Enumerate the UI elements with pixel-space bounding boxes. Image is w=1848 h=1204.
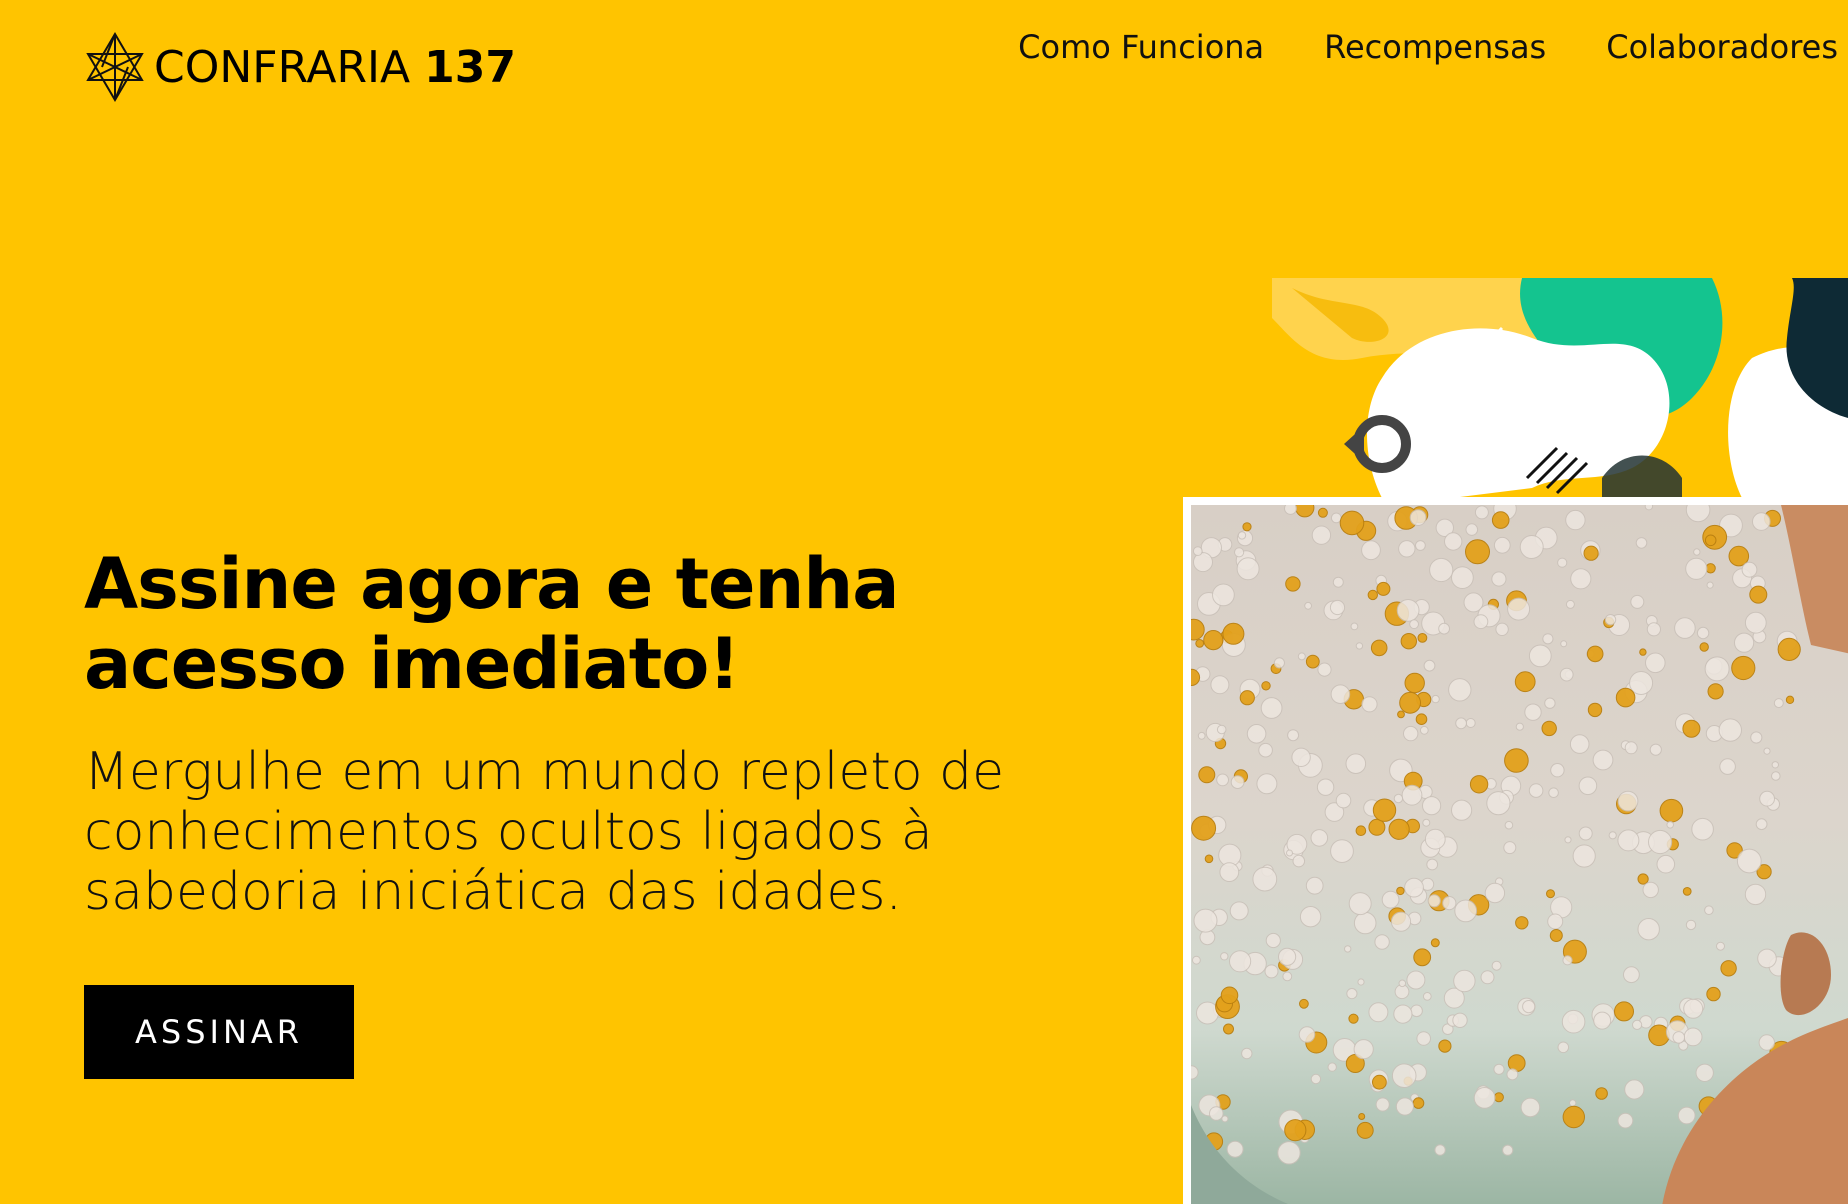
subtext-line-1: Mergulhe em um mundo repleto de xyxy=(84,742,1005,802)
hero-image-frame xyxy=(1183,497,1848,1204)
hero-headline: Assine agora e tenha acesso imediato! xyxy=(84,544,984,704)
subtext-line-2: conhecimentos ocultos ligados à xyxy=(84,802,933,862)
headline-line-2: acesso imediato! xyxy=(84,623,740,705)
brand-name-text: CONFRARIA xyxy=(154,41,411,93)
abstract-shapes-illustration xyxy=(1272,278,1848,498)
subtext-line-3: sabedoria iniciática das idades. xyxy=(84,862,903,922)
brand-name: CONFRARIA 137 xyxy=(154,42,516,93)
headline-line-1: Assine agora e tenha xyxy=(84,543,899,625)
nav-link-colaboradores[interactable]: Colaboradores xyxy=(1606,28,1838,66)
hero-photo xyxy=(1191,505,1848,1204)
brand-number: 137 xyxy=(424,41,516,93)
hero-subtext: Mergulhe em um mundo repleto de conhecim… xyxy=(84,742,1184,922)
star-tetrahedron-icon xyxy=(86,32,144,102)
main-nav: Como Funciona Recompensas Colaboradores xyxy=(1018,28,1838,66)
nav-link-recompensas[interactable]: Recompensas xyxy=(1324,28,1546,66)
brand-logo[interactable]: CONFRARIA 137 xyxy=(84,32,516,102)
subscribe-button[interactable]: ASSINAR xyxy=(84,985,354,1079)
nav-link-como-funciona[interactable]: Como Funciona xyxy=(1018,28,1264,66)
